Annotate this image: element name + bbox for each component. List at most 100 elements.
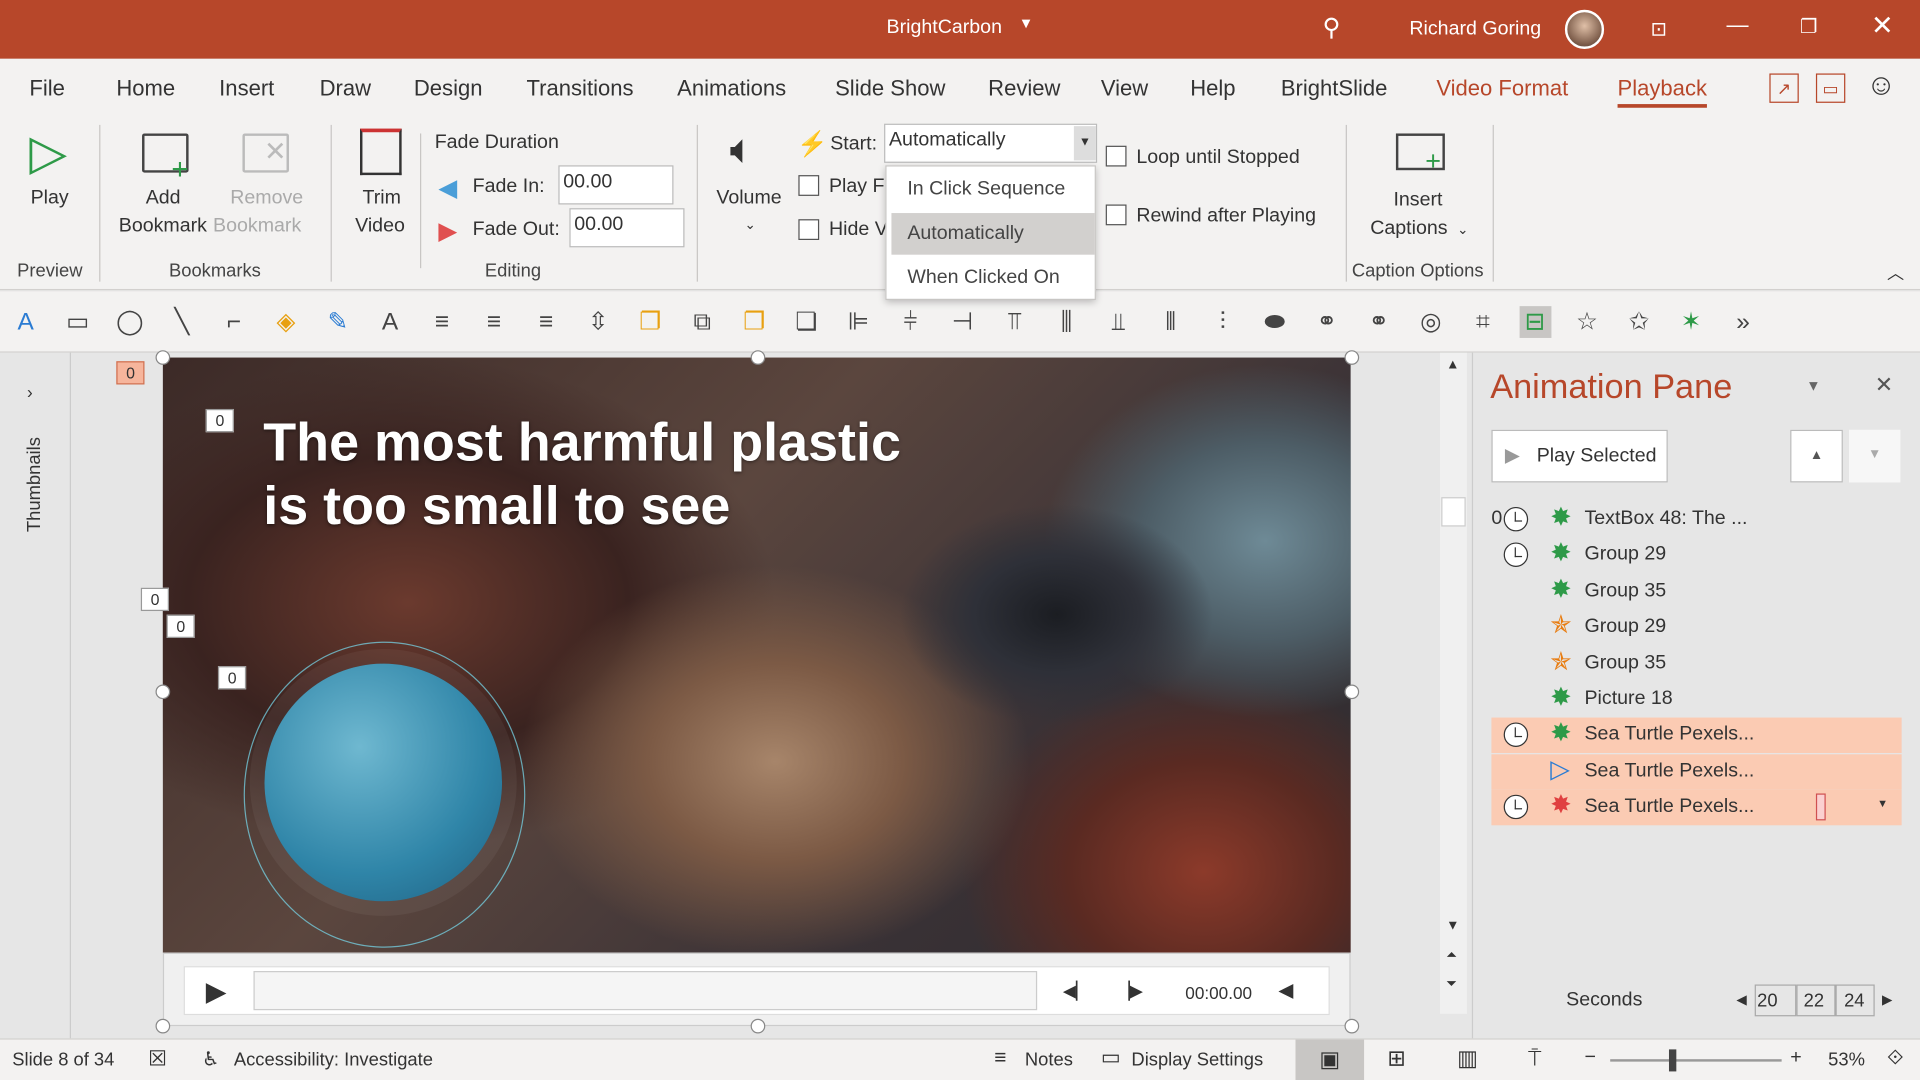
send-backward-icon[interactable]: ❐ xyxy=(738,306,770,338)
tab-video-format[interactable]: Video Format xyxy=(1436,76,1568,102)
animation-item[interactable]: ✸ Sea Turtle Pexels... ▼ xyxy=(1491,790,1902,826)
tab-insert[interactable]: Insert xyxy=(219,76,274,102)
send-to-back-icon[interactable]: ❏ xyxy=(790,306,822,338)
tab-brightslide[interactable]: BrightSlide xyxy=(1281,76,1388,102)
bring-forward-icon[interactable]: ❐ xyxy=(634,306,666,338)
chevron-down-icon[interactable]: ⌄ xyxy=(744,217,755,233)
start-select[interactable]: Automatically xyxy=(884,123,1098,163)
align-top-icon[interactable]: ⫪ xyxy=(999,306,1031,338)
zoom-slider[interactable] xyxy=(1610,1059,1782,1062)
search-icon[interactable]: ⚲ xyxy=(1322,12,1340,43)
timeline-right-icon[interactable]: ▶ xyxy=(1882,992,1892,1008)
merge-combine-icon[interactable]: ⚭ xyxy=(1311,306,1343,338)
tab-file[interactable]: File xyxy=(29,76,65,102)
reading-view-icon[interactable]: ▥ xyxy=(1457,1046,1478,1072)
start-option[interactable]: When Clicked On xyxy=(891,257,1094,299)
animation-item[interactable]: ▷ Sea Turtle Pexels... xyxy=(1491,754,1902,790)
smiley-icon[interactable]: ☺ xyxy=(1866,69,1896,103)
restore-icon[interactable]: ❐ xyxy=(1800,15,1818,39)
align-objects-left-icon[interactable]: ⊫ xyxy=(842,306,874,338)
selection-pane-icon[interactable]: ⊟ xyxy=(1518,306,1551,338)
document-title[interactable]: BrightCarbon xyxy=(887,17,1002,39)
align-right-icon[interactable]: ≡ xyxy=(530,306,562,338)
animation-item[interactable]: ✸ Group 29 xyxy=(1491,538,1901,574)
elbow-connector-icon[interactable]: ⌐ xyxy=(218,306,250,338)
animation-tag[interactable]: 0 xyxy=(116,361,145,385)
animation-item[interactable]: ✯ Group 35 xyxy=(1491,646,1901,682)
text-box-icon[interactable]: A xyxy=(10,306,42,338)
scroll-down-icon[interactable]: ▼ xyxy=(1446,918,1459,933)
animation-item[interactable]: ✯ Group 29 xyxy=(1491,610,1901,646)
start-option[interactable]: In Click Sequence xyxy=(891,169,1094,211)
zoom-slider-thumb[interactable] xyxy=(1668,1049,1677,1072)
zoom-level[interactable]: 53% xyxy=(1828,1049,1865,1070)
slide-sorter-icon[interactable]: ⊞ xyxy=(1387,1046,1405,1072)
line-icon[interactable]: ╲ xyxy=(166,306,198,338)
insert-captions-label[interactable]: Insert xyxy=(1393,190,1442,212)
align-center-icon[interactable]: ≡ xyxy=(478,306,510,338)
chevron-down-icon[interactable]: ⌄ xyxy=(1457,222,1468,238)
move-down-button[interactable]: ▼ xyxy=(1848,429,1901,483)
mute-icon[interactable]: ◀ xyxy=(1278,978,1293,1002)
merge-intersect-icon[interactable]: ⚭ xyxy=(1363,306,1395,338)
resize-handle[interactable] xyxy=(155,350,171,365)
hide-while-not-playing-checkbox[interactable] xyxy=(798,219,820,241)
slide-video[interactable]: The most harmful plastic is too small to… xyxy=(162,357,1351,953)
rectangle-icon[interactable]: ▭ xyxy=(62,306,94,338)
tab-animations[interactable]: Animations xyxy=(677,76,786,102)
animation-effect-icon[interactable]: ✩ xyxy=(1623,306,1655,338)
fade-out-input[interactable]: 00.00 xyxy=(569,208,685,248)
comments-icon[interactable]: ▭ xyxy=(1815,73,1846,103)
fade-in-input[interactable]: 00.00 xyxy=(558,165,674,205)
trim-video-label[interactable]: Trim xyxy=(362,187,400,209)
add-bookmark-label[interactable]: Bookmark xyxy=(119,216,207,238)
tab-help[interactable]: Help xyxy=(1190,76,1235,102)
oval-icon[interactable]: ◯ xyxy=(114,306,146,338)
minimize-icon[interactable]: — xyxy=(1727,12,1749,38)
display-settings-icon[interactable]: ▭ xyxy=(1101,1046,1121,1070)
chevron-down-icon[interactable]: ▼ xyxy=(1073,126,1096,161)
volume-icon[interactable]: 🔈︎ xyxy=(730,126,755,174)
loop-label[interactable]: Loop until Stopped xyxy=(1136,147,1299,169)
play-full-screen-label[interactable]: Play F xyxy=(829,176,885,198)
notes-button[interactable]: Notes xyxy=(1025,1049,1073,1070)
font-color-icon[interactable]: A xyxy=(374,306,406,338)
zoom-in-icon[interactable]: + xyxy=(1790,1047,1801,1069)
resize-handle[interactable] xyxy=(1344,350,1360,365)
tab-draw[interactable]: Draw xyxy=(320,76,371,102)
pane-options-icon[interactable]: ▼ xyxy=(1806,377,1821,394)
animation-tag[interactable]: 0 xyxy=(166,614,195,638)
seconds-dropdown[interactable]: Seconds xyxy=(1566,989,1642,1011)
insert-captions-icon[interactable]: + xyxy=(1395,133,1445,174)
animation-tag[interactable]: 0 xyxy=(140,587,170,612)
align-bottom-icon[interactable]: ⫫ xyxy=(1103,306,1135,338)
resize-handle[interactable] xyxy=(750,1018,766,1034)
timeline-left-icon[interactable]: ◀ xyxy=(1736,992,1746,1008)
share-icon[interactable]: ↗ xyxy=(1769,73,1799,103)
play-button[interactable]: Play xyxy=(31,187,69,209)
normal-view-icon[interactable]: ▣ xyxy=(1295,1039,1365,1080)
rewind-label[interactable]: Rewind after Playing xyxy=(1136,206,1316,228)
distribute-horz-icon[interactable]: ⫴ xyxy=(1155,306,1187,338)
display-settings-button[interactable]: Display Settings xyxy=(1131,1049,1263,1070)
align-left-icon[interactable]: ≡ xyxy=(426,306,458,338)
animation-item[interactable]: ✸ Sea Turtle Pexels... xyxy=(1491,718,1902,754)
tab-slide-show[interactable]: Slide Show xyxy=(835,76,945,102)
tab-view[interactable]: View xyxy=(1101,76,1148,102)
zoom-out-icon[interactable]: − xyxy=(1584,1047,1595,1069)
timing-bar[interactable] xyxy=(1815,793,1826,821)
trim-video-icon[interactable] xyxy=(360,128,402,176)
scroll-thumb[interactable] xyxy=(1441,497,1466,527)
slide-show-icon[interactable]: ⍑ xyxy=(1528,1046,1541,1072)
distribute-icon[interactable]: ⇳ xyxy=(582,306,614,338)
tab-home[interactable]: Home xyxy=(116,76,175,102)
previous-slide-icon[interactable]: ⏶ xyxy=(1446,948,1457,964)
insert-captions-label[interactable]: Captions xyxy=(1370,218,1447,240)
play-full-screen-checkbox[interactable] xyxy=(798,175,820,196)
shape-fill-icon[interactable]: ◈ xyxy=(270,306,302,338)
collapse-ribbon-icon[interactable]: ︿ xyxy=(1887,261,1904,285)
tab-design[interactable]: Design xyxy=(414,76,483,102)
accessibility-status[interactable]: Accessibility: Investigate xyxy=(234,1049,433,1070)
resize-handle[interactable] xyxy=(1344,684,1360,700)
animation-item[interactable]: ✸ Group 35 xyxy=(1491,574,1901,610)
